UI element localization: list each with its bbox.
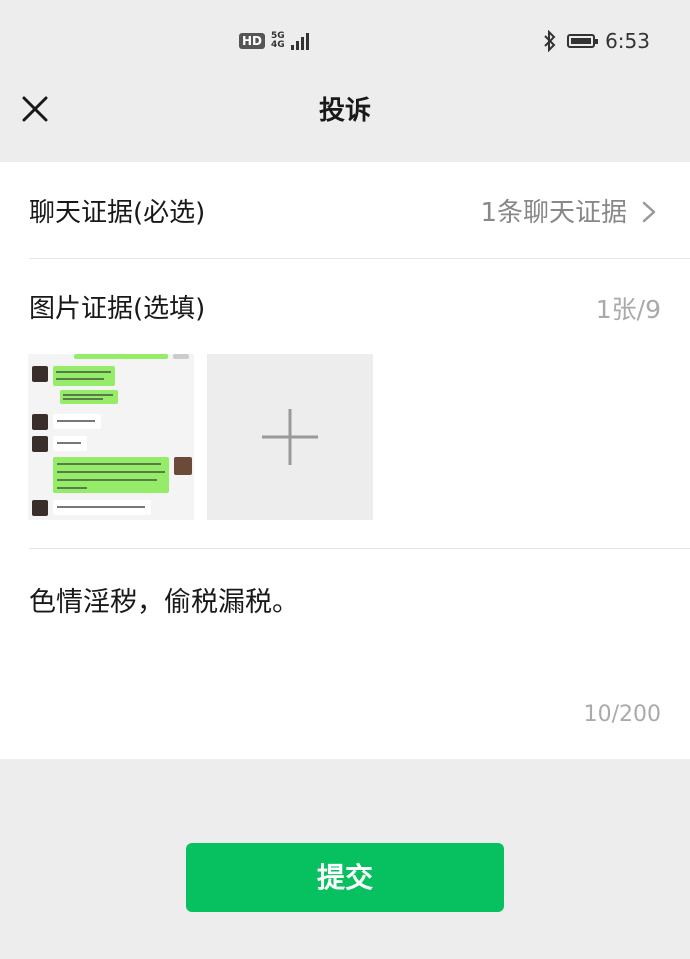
signal-icon bbox=[290, 32, 309, 50]
plus-icon bbox=[262, 409, 318, 465]
character-count: 10/200 bbox=[583, 702, 661, 727]
network-type: 5G 4G bbox=[271, 32, 285, 50]
chevron-right-icon bbox=[642, 201, 656, 223]
status-bar: HD 5G 4G 6:53 bbox=[0, 0, 690, 80]
divider bbox=[29, 548, 690, 549]
complaint-form: 聊天证据(必选) 1条聊天证据 图片证据(选填) 1张/9 色情淫秽，偷税漏税。… bbox=[0, 162, 690, 759]
bluetooth-icon bbox=[544, 30, 556, 52]
status-right: 6:53 bbox=[543, 28, 650, 54]
hd-badge: HD bbox=[239, 33, 266, 49]
nav-bar: 投诉 bbox=[0, 80, 690, 162]
chat-evidence-label: 聊天证据(必选) bbox=[29, 198, 206, 228]
image-evidence-label: 图片证据(选填) bbox=[29, 294, 206, 324]
image-count: 1张/9 bbox=[595, 295, 661, 324]
network-type-bottom: 4G bbox=[271, 40, 285, 50]
close-button[interactable] bbox=[20, 94, 50, 124]
chat-evidence-row[interactable]: 聊天证据(必选) 1条聊天证据 bbox=[0, 162, 690, 258]
network-indicators: HD 5G 4G bbox=[239, 28, 309, 54]
complaint-description-input[interactable]: 色情淫秽，偷税漏税。 bbox=[29, 580, 299, 619]
evidence-image-thumbnail[interactable] bbox=[28, 354, 194, 520]
add-image-button[interactable] bbox=[207, 354, 373, 520]
close-icon bbox=[22, 96, 48, 122]
clock: 6:53 bbox=[605, 29, 650, 53]
chat-evidence-value: 1条聊天证据 bbox=[480, 198, 627, 228]
battery-icon bbox=[567, 34, 599, 48]
submit-button[interactable]: 提交 bbox=[186, 843, 504, 912]
divider bbox=[29, 258, 690, 259]
page-title: 投诉 bbox=[318, 96, 371, 126]
